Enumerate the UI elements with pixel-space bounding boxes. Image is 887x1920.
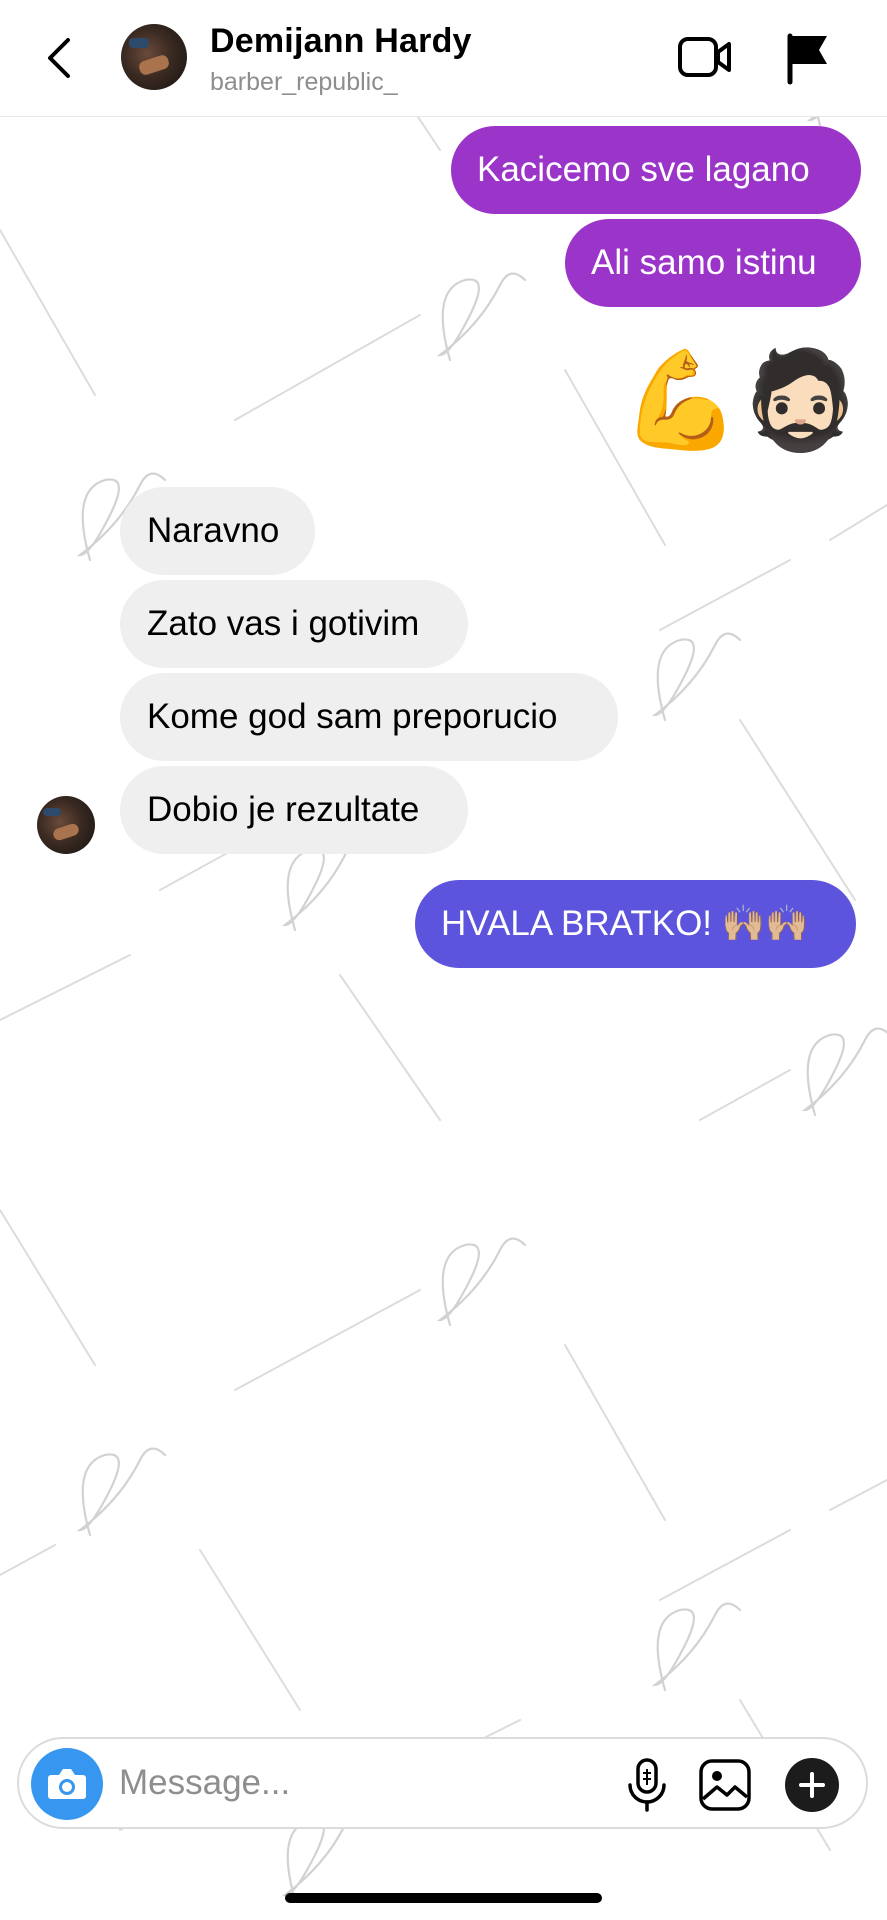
message-incoming[interactable]: Kome god sam preporucio xyxy=(120,673,618,761)
voice-message-button[interactable] xyxy=(622,1757,672,1813)
message-outgoing-emoji[interactable]: 💪🧔🏻 xyxy=(620,340,860,464)
plus-icon xyxy=(799,1772,825,1798)
flag-icon xyxy=(787,33,827,85)
message-input[interactable] xyxy=(119,1753,599,1813)
message-incoming[interactable]: Naravno xyxy=(120,487,315,575)
back-button[interactable] xyxy=(40,28,80,88)
message-incoming[interactable]: Zato vas i gotivim xyxy=(120,580,468,668)
contact-name[interactable]: Demijann Hardy xyxy=(210,22,472,61)
chat-header: Demijann Hardy barber_republic_ xyxy=(0,0,887,117)
add-button[interactable] xyxy=(785,1758,839,1812)
gallery-icon xyxy=(699,1759,751,1811)
camera-button[interactable] xyxy=(31,1748,103,1820)
video-camera-icon xyxy=(678,37,731,77)
message-incoming[interactable]: Dobio je rezultate xyxy=(120,766,468,854)
gallery-button[interactable] xyxy=(697,1757,753,1813)
sender-avatar[interactable] xyxy=(37,796,95,854)
message-outgoing[interactable]: Ali samo istinu xyxy=(565,219,861,307)
contact-avatar[interactable] xyxy=(121,24,187,90)
chevron-left-icon xyxy=(48,38,70,78)
camera-icon xyxy=(48,1769,86,1799)
message-outgoing[interactable]: HVALA BRATKO! 🙌🏼🙌🏼 xyxy=(415,880,856,968)
video-call-button[interactable] xyxy=(675,34,735,80)
report-flag-button[interactable] xyxy=(783,30,833,86)
microphone-icon xyxy=(628,1758,666,1812)
contact-username[interactable]: barber_republic_ xyxy=(210,68,398,97)
home-indicator[interactable] xyxy=(285,1893,602,1903)
message-outgoing[interactable]: Kacicemo sve lagano xyxy=(451,126,861,214)
emoji-message-text: 💪🧔🏻 xyxy=(620,347,860,454)
message-composer xyxy=(17,1737,868,1829)
